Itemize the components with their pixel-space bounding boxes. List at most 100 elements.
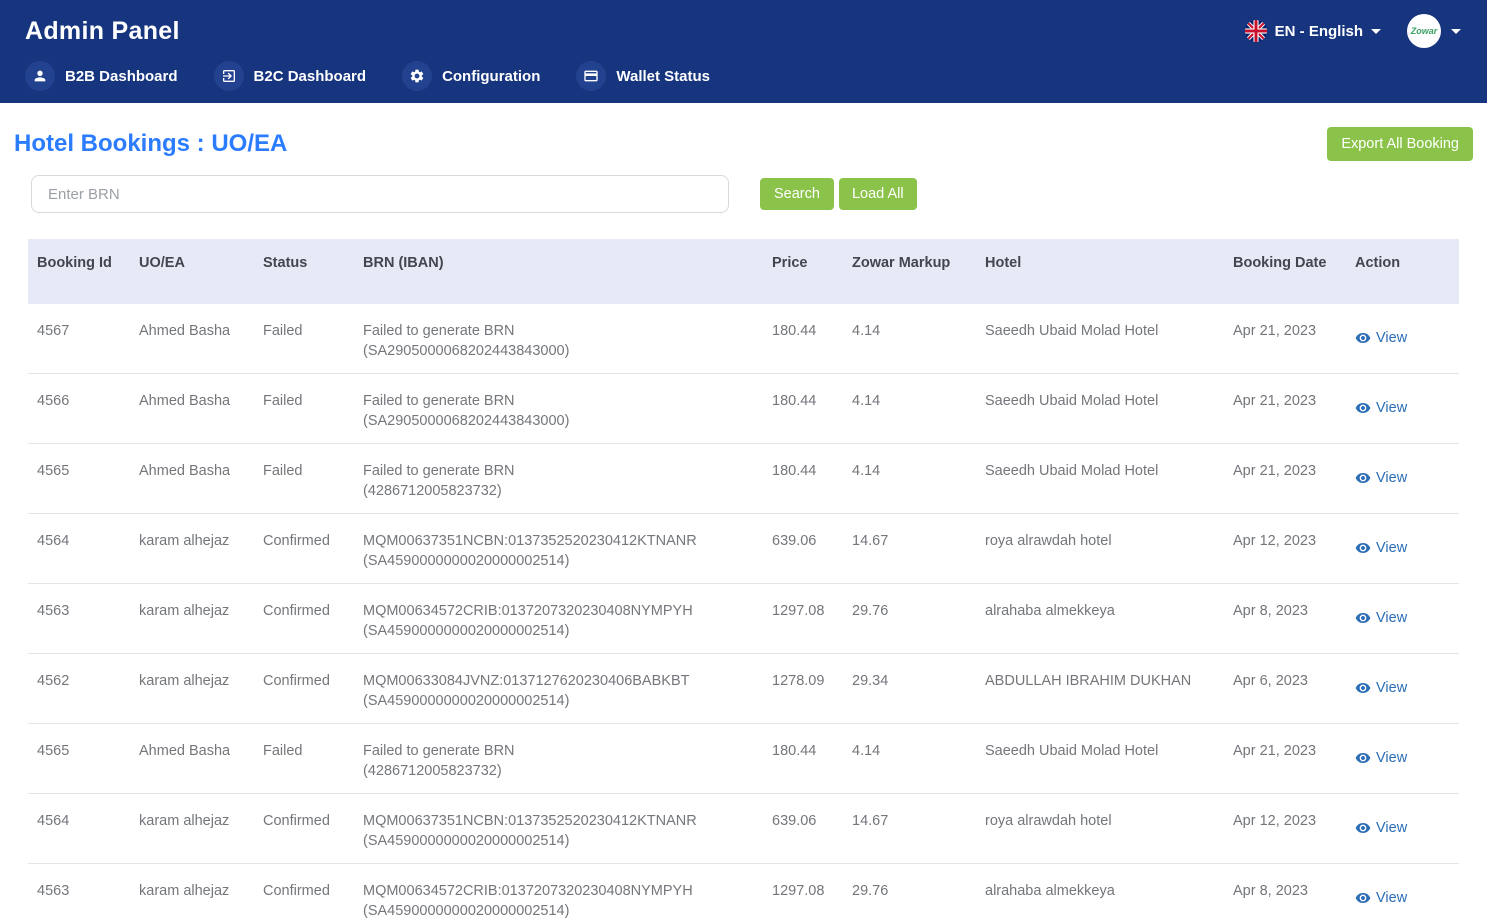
table-body: 4567 Ahmed Basha Failed Failed to genera… [28,304,1459,923]
booking-id-cell: 4566 [28,374,130,443]
view-button[interactable]: View [1355,468,1407,488]
uoea-cell: karam alhejaz [130,514,254,583]
search-button[interactable]: Search [760,178,834,210]
action-cell: View [1346,514,1459,583]
price-cell: 180.44 [763,304,843,373]
brn-cell: Failed to generate BRN (4286712005823732… [354,724,763,793]
zowar-markup-cell: 4.14 [843,374,976,443]
nav-label: B2C Dashboard [254,68,367,85]
col-header-status: Status [254,239,354,304]
zowar-markup-cell: 14.67 [843,794,976,863]
nav-label: B2B Dashboard [65,68,178,85]
booking-date-cell: Apr 8, 2023 [1224,584,1346,653]
nav-item-configuration[interactable]: Configuration [402,61,540,91]
uoea-cell: karam alhejaz [130,864,254,923]
zowar-markup-cell: 29.76 [843,864,976,923]
price-cell: 639.06 [763,514,843,583]
table-row: 4564 karam alhejaz Confirmed MQM00637351… [28,794,1459,864]
status-cell: Confirmed [254,584,354,653]
view-label: View [1376,748,1407,768]
action-cell: View [1346,864,1459,923]
brn-cell: MQM00637351NCBN:0137352520230412KTNANR (… [354,514,763,583]
table-row: 4563 karam alhejaz Confirmed MQM00634572… [28,584,1459,654]
hotel-cell: Saeedh Ubaid Molad Hotel [976,374,1224,443]
hotel-cell: Saeedh Ubaid Molad Hotel [976,444,1224,513]
view-button[interactable]: View [1355,538,1407,558]
view-button[interactable]: View [1355,678,1407,698]
status-cell: Confirmed [254,864,354,923]
col-header-action: Action [1346,239,1459,304]
table-row: 4562 karam alhejaz Confirmed MQM00633084… [28,654,1459,724]
booking-date-cell: Apr 21, 2023 [1224,304,1346,373]
booking-date-cell: Apr 21, 2023 [1224,444,1346,513]
eye-icon [1355,610,1371,626]
view-button[interactable]: View [1355,328,1407,348]
price-cell: 180.44 [763,374,843,443]
bookings-table: Booking Id UO/EA Status BRN (IBAN) Price… [28,239,1459,923]
nav-item-b2c-dashboard[interactable]: B2C Dashboard [214,61,367,91]
nav-item-b2b-dashboard[interactable]: B2B Dashboard [25,61,178,91]
booking-id-cell: 4565 [28,444,130,513]
status-cell: Failed [254,304,354,373]
gear-icon [402,61,432,91]
hotel-cell: alrahaba almekkeya [976,864,1224,923]
nav-item-wallet-status[interactable]: Wallet Status [576,61,710,91]
status-cell: Failed [254,444,354,513]
account-menu[interactable]: Zowar [1407,14,1461,48]
hotel-cell: Saeedh Ubaid Molad Hotel [976,724,1224,793]
credit-card-icon [576,61,606,91]
status-cell: Confirmed [254,794,354,863]
status-cell: Confirmed [254,654,354,723]
app-header: Admin Panel EN - English [0,0,1487,103]
zowar-markup-cell: 14.67 [843,514,976,583]
price-cell: 1297.08 [763,864,843,923]
brn-cell: Failed to generate BRN (SA29050000682024… [354,374,763,443]
col-header-zowar-markup: Zowar Markup [843,239,976,304]
view-button[interactable]: View [1355,608,1407,628]
hotel-cell: roya alrawdah hotel [976,794,1224,863]
table-row: 4565 Ahmed Basha Failed Failed to genera… [28,724,1459,794]
col-header-hotel: Hotel [976,239,1224,304]
eye-icon [1355,890,1371,906]
price-cell: 180.44 [763,724,843,793]
booking-id-cell: 4562 [28,654,130,723]
view-button[interactable]: View [1355,398,1407,418]
booking-id-cell: 4567 [28,304,130,373]
table-row: 4567 Ahmed Basha Failed Failed to genera… [28,304,1459,374]
eye-icon [1355,470,1371,486]
price-cell: 1297.08 [763,584,843,653]
price-cell: 639.06 [763,794,843,863]
view-button[interactable]: View [1355,818,1407,838]
status-cell: Confirmed [254,514,354,583]
status-cell: Failed [254,374,354,443]
booking-date-cell: Apr 12, 2023 [1224,514,1346,583]
action-cell: View [1346,374,1459,443]
booking-date-cell: Apr 12, 2023 [1224,794,1346,863]
zowar-markup-cell: 4.14 [843,724,976,793]
brn-search-input[interactable] [31,175,729,213]
view-button[interactable]: View [1355,888,1407,908]
booking-date-cell: Apr 6, 2023 [1224,654,1346,723]
load-all-button[interactable]: Load All [839,178,917,210]
table-row: 4565 Ahmed Basha Failed Failed to genera… [28,444,1459,514]
uoea-cell: Ahmed Basha [130,724,254,793]
col-header-booking-id: Booking Id [28,239,130,304]
view-label: View [1376,468,1407,488]
col-header-brn: BRN (IBAN) [354,239,763,304]
zowar-markup-cell: 29.34 [843,654,976,723]
brn-cell: MQM00633084JVNZ:0137127620230406BABKBT (… [354,654,763,723]
booking-id-cell: 4563 [28,864,130,923]
eye-icon [1355,820,1371,836]
export-all-booking-button[interactable]: Export All Booking [1327,127,1473,161]
view-button[interactable]: View [1355,748,1407,768]
view-label: View [1376,818,1407,838]
action-cell: View [1346,584,1459,653]
booking-date-cell: Apr 21, 2023 [1224,374,1346,443]
language-selector[interactable]: EN - English [1245,20,1381,42]
uoea-cell: karam alhejaz [130,584,254,653]
avatar: Zowar [1407,14,1441,48]
view-label: View [1376,608,1407,628]
uk-flag-icon [1245,20,1267,42]
person-icon [25,61,55,91]
uoea-cell: Ahmed Basha [130,374,254,443]
